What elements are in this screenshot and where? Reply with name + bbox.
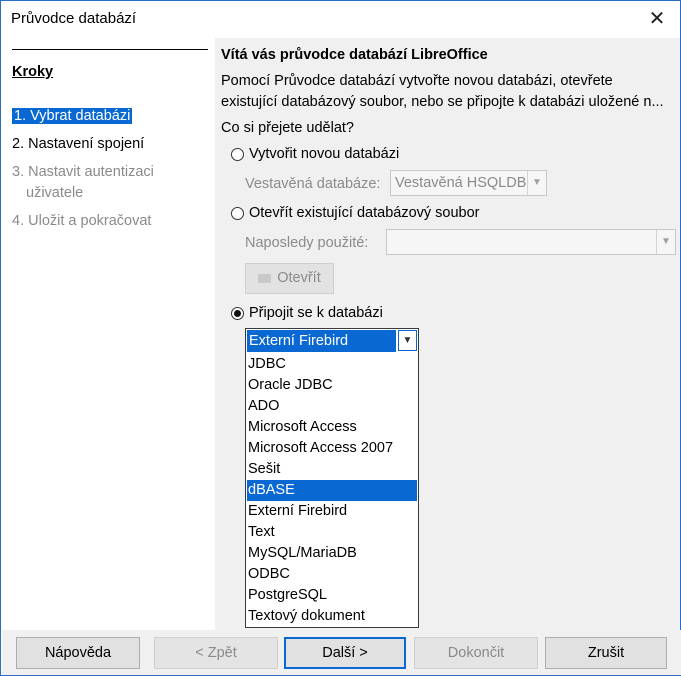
radio-create-new[interactable]: Vytvořit novou databázi bbox=[231, 146, 399, 162]
dropdown-option[interactable]: Textový dokument bbox=[247, 606, 417, 627]
step-authentication: 3. Nastavit autentizaci bbox=[12, 164, 154, 180]
open-file-button: Otevřít bbox=[245, 263, 334, 294]
recent-label: Naposledy použité: bbox=[245, 235, 369, 251]
dropdown-current-value[interactable]: Externí Firebird bbox=[247, 330, 396, 352]
recent-files-select: ▼ bbox=[386, 229, 676, 255]
dropdown-option[interactable]: dBASE bbox=[247, 480, 417, 501]
description: Pomocí Průvodce databází vytvořte novou … bbox=[221, 71, 679, 113]
embedded-db-label: Vestavěná databáze: bbox=[245, 176, 381, 192]
radio-button-selected[interactable] bbox=[231, 306, 244, 320]
chevron-down-icon[interactable]: ▼ bbox=[398, 330, 417, 351]
open-file-button-label: Otevřít bbox=[277, 270, 321, 286]
title-bar: Průvodce databází ✕ bbox=[1, 1, 680, 38]
radio-connect-label: Připojit se k databázi bbox=[249, 305, 383, 321]
dropdown-option[interactable]: MySQL/MariaDB bbox=[247, 543, 417, 564]
button-bar: Nápověda < Zpět Další > Dokončit Zrušit bbox=[2, 630, 681, 675]
dropdown-option[interactable]: Externí Firebird bbox=[247, 501, 417, 522]
dialog-title: Průvodce databází bbox=[11, 10, 137, 27]
dropdown-option[interactable]: JDBC bbox=[247, 354, 417, 375]
dropdown-option[interactable]: ODBC bbox=[247, 564, 417, 585]
steps-divider bbox=[12, 49, 208, 50]
description-line-1: Pomocí Průvodce databází vytvořte novou … bbox=[221, 73, 613, 89]
cancel-button[interactable]: Zrušit bbox=[545, 637, 667, 669]
dropdown-option[interactable]: ADO bbox=[247, 396, 417, 417]
chevron-down-icon: ▼ bbox=[527, 171, 546, 195]
dropdown-option[interactable]: Sešit bbox=[247, 459, 417, 480]
step-save-and-proceed: 4. Uložit a pokračovat bbox=[12, 213, 152, 229]
chevron-down-icon: ▼ bbox=[656, 230, 675, 254]
dropdown-options-list: JDBC Oracle JDBC ADO Microsoft Access Micros… bbox=[247, 354, 417, 627]
dropdown-option[interactable]: Microsoft Access 2007 bbox=[247, 438, 417, 459]
description-line-2: existující databázový soubor, nebo se př… bbox=[221, 94, 664, 110]
dropdown-option[interactable]: PostgreSQL bbox=[247, 585, 417, 606]
connect-database-dropdown[interactable]: Externí Firebird ▼ JDBC Oracle JDBC ADO Mic… bbox=[245, 328, 419, 628]
question-label: Co si přejete udělat? bbox=[221, 120, 354, 136]
help-button[interactable]: Nápověda bbox=[16, 637, 140, 669]
radio-button[interactable] bbox=[231, 206, 244, 220]
radio-create-new-label: Vytvořit novou databázi bbox=[249, 146, 400, 162]
database-wizard-dialog: Průvodce databází ✕ Kroky 1. Vybrat data… bbox=[0, 0, 681, 676]
embedded-db-select: Vestavěná HSQLDB ▼ bbox=[390, 170, 547, 196]
folder-icon bbox=[258, 273, 272, 283]
dropdown-option[interactable]: Microsoft Access bbox=[247, 417, 417, 438]
welcome-heading: Vítá vás průvodce databází LibreOffice bbox=[221, 47, 488, 63]
radio-open-existing[interactable]: Otevřít existující databázový soubor bbox=[231, 205, 480, 221]
embedded-db-value: Vestavěná HSQLDB bbox=[395, 175, 527, 191]
radio-button[interactable] bbox=[231, 147, 244, 161]
finish-button: Dokončit bbox=[414, 637, 538, 669]
next-button[interactable]: Další > bbox=[284, 637, 406, 669]
step-authentication-line2: uživatele bbox=[26, 185, 84, 201]
dropdown-option[interactable]: Text bbox=[247, 522, 417, 543]
steps-title: Kroky bbox=[12, 64, 54, 80]
radio-open-existing-label: Otevřít existující databázový soubor bbox=[249, 205, 480, 221]
radio-connect[interactable]: Připojit se k databázi bbox=[231, 305, 383, 321]
dropdown-current-label: Externí Firebird bbox=[249, 333, 349, 349]
steps-panel: Kroky 1. Vybrat databázi 2. Nastavení sp… bbox=[2, 38, 215, 630]
dropdown-option[interactable]: Oracle JDBC bbox=[247, 375, 417, 396]
step-select-database[interactable]: 1. Vybrat databázi bbox=[12, 108, 133, 124]
back-button: < Zpět bbox=[154, 637, 278, 669]
close-icon[interactable]: ✕ bbox=[640, 5, 674, 33]
step-connection-settings[interactable]: 2. Nastavení spojení bbox=[12, 136, 144, 152]
